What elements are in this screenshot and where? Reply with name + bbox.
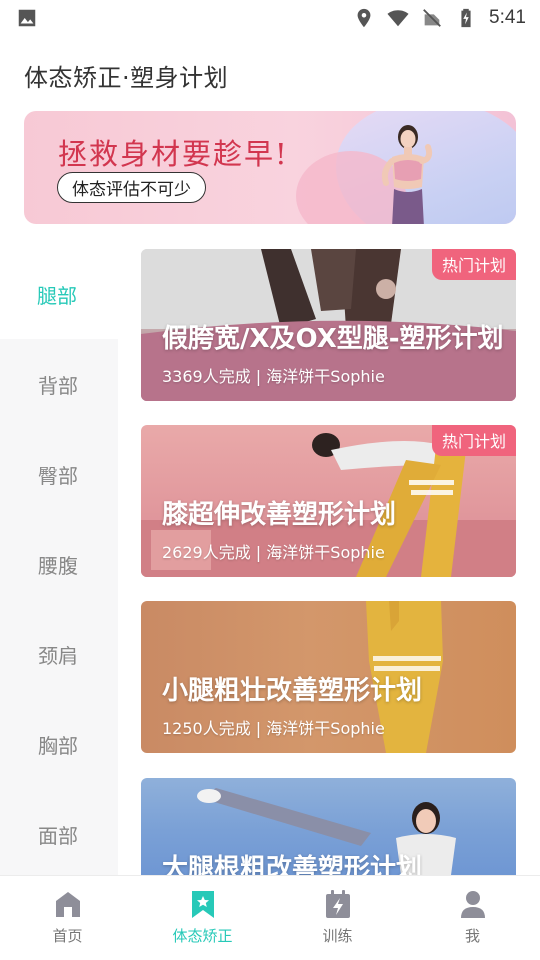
sidebar-item-label: 腿部 — [37, 283, 77, 308]
sidebar-item-label: 面部 — [38, 823, 78, 848]
image-icon — [18, 9, 36, 27]
no-signal-icon — [423, 9, 441, 27]
sidebar-item-label: 颈肩 — [38, 643, 78, 668]
status-time: 5:41 — [489, 7, 526, 28]
person-icon — [460, 891, 485, 918]
bookmark-star-icon — [191, 891, 214, 918]
sidebar-item-waist[interactable]: 腰腹 — [0, 519, 118, 609]
plan-meta: 1250人完成 | 海洋饼干Sophie — [162, 719, 385, 738]
bottom-nav: 首页 体态矫正 训练 我 — [0, 875, 540, 960]
banner-model-image — [381, 125, 433, 224]
body-part-sidebar: 腿部 背部 臀部 腰腹 颈肩 胸部 面部 — [0, 249, 118, 875]
tab-training[interactable]: 训练 — [270, 876, 405, 960]
tab-home[interactable]: 首页 — [0, 876, 135, 960]
tab-label: 我 — [464, 927, 480, 945]
sidebar-item-neck-shoulder[interactable]: 颈肩 — [0, 609, 118, 699]
calendar-bolt-icon — [325, 890, 350, 918]
tab-posture-correction[interactable]: 体态矫正 — [135, 876, 270, 960]
status-bar: 5:41 — [0, 0, 540, 36]
plan-card[interactable]: 小腿粗壮改善塑形计划 1250人完成 | 海洋饼干Sophie — [141, 601, 516, 753]
page-title: 体态矫正·塑身计划 — [24, 64, 229, 92]
banner-subtitle: 体态评估不可少 — [57, 172, 206, 203]
home-icon — [55, 892, 80, 917]
plan-card[interactable]: 大腿根粗改善塑形计划 — [141, 778, 516, 875]
plan-card[interactable]: 热门计划 膝超伸改善塑形计划 2629人完成 | 海洋饼干Sophie — [141, 425, 516, 577]
hot-plan-badge: 热门计划 — [431, 249, 516, 280]
battery-charging-icon — [461, 8, 471, 28]
banner-title: 拯救身材要趁早! — [58, 137, 289, 171]
sidebar-item-face[interactable]: 面部 — [0, 789, 118, 879]
sidebar-item-label: 臀部 — [38, 463, 78, 488]
wifi-icon — [387, 10, 409, 27]
sidebar-item-legs[interactable]: 腿部 — [0, 249, 118, 339]
plan-title: 小腿粗壮改善塑形计划 — [162, 676, 423, 706]
plan-title: 假胯宽/X及OX型腿-塑形计划 — [162, 324, 504, 354]
sidebar-item-label: 腰腹 — [38, 553, 78, 578]
plan-meta: 2629人完成 | 海洋饼干Sophie — [162, 543, 385, 562]
plan-meta: 3369人完成 | 海洋饼干Sophie — [162, 367, 385, 386]
location-icon — [357, 8, 371, 28]
sidebar-item-back[interactable]: 背部 — [0, 339, 118, 429]
tab-label: 体态矫正 — [172, 927, 233, 945]
tab-me[interactable]: 我 — [405, 876, 540, 960]
plan-title: 大腿根粗改善塑形计划 — [162, 854, 423, 875]
tab-label: 训练 — [322, 927, 353, 945]
hot-plan-badge: 热门计划 — [431, 425, 516, 456]
sidebar-item-label: 胸部 — [38, 733, 78, 758]
plan-card[interactable]: 热门计划 假胯宽/X及OX型腿-塑形计划 3369人完成 | 海洋饼干Sophi… — [141, 249, 516, 401]
sidebar-item-chest[interactable]: 胸部 — [0, 699, 118, 789]
plan-title: 膝超伸改善塑形计划 — [162, 500, 397, 530]
sidebar-item-glutes[interactable]: 臀部 — [0, 429, 118, 519]
tab-label: 首页 — [52, 927, 83, 945]
promo-banner[interactable]: 拯救身材要趁早! 体态评估不可少 — [24, 111, 516, 224]
sidebar-item-label: 背部 — [38, 373, 78, 398]
